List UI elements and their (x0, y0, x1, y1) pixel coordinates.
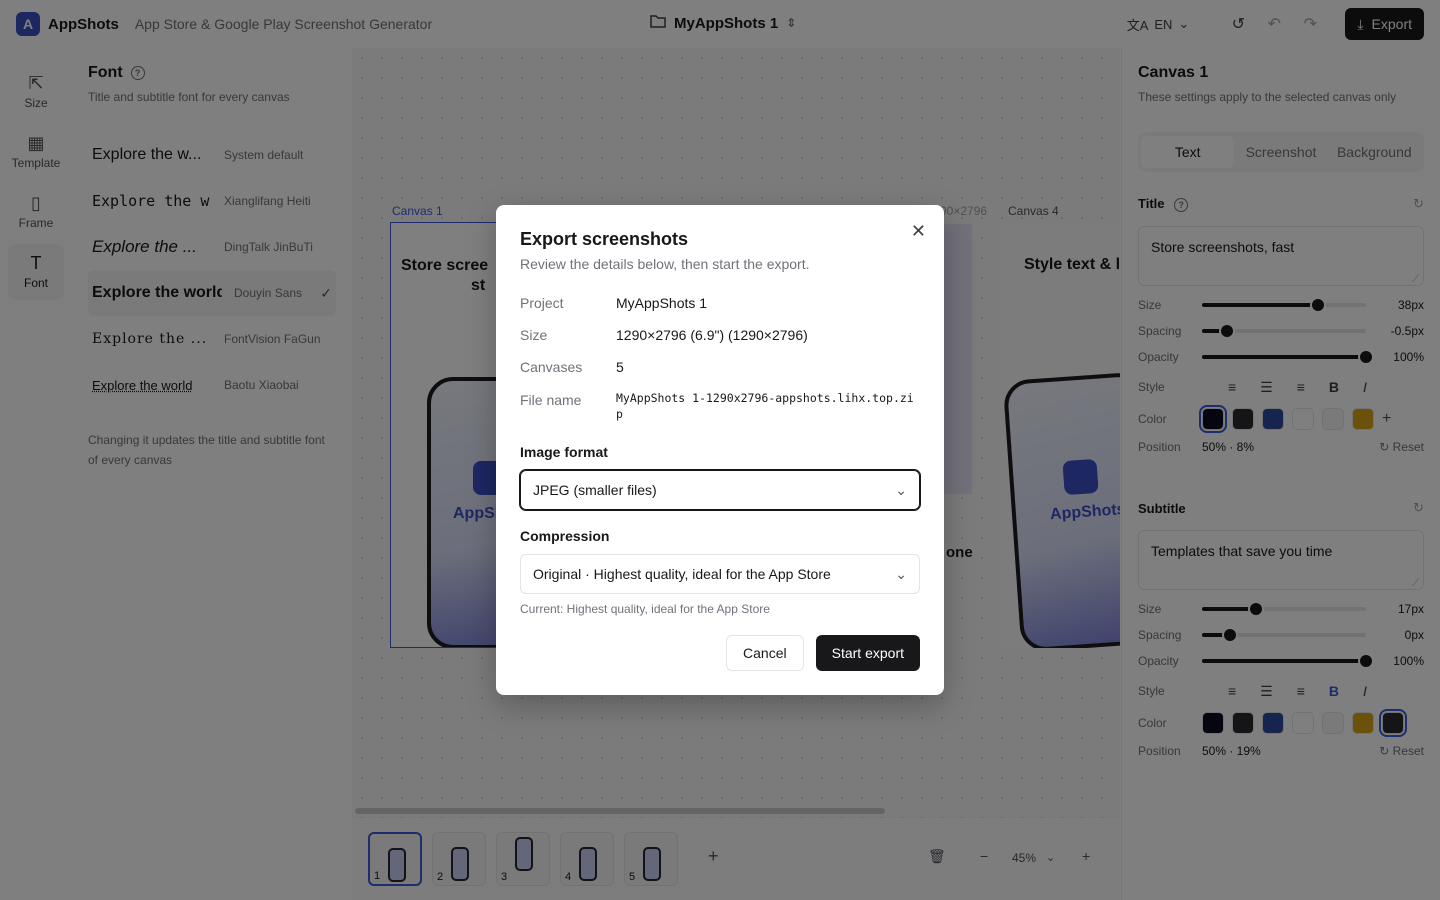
cancel-button[interactable]: Cancel (726, 635, 804, 671)
summary-row: Size 1290×2796 (6.9") (1290×2796) (520, 326, 920, 358)
summary-value: 1290×2796 (6.9") (1290×2796) (616, 327, 808, 343)
image-format-label: Image format (520, 444, 608, 460)
start-export-button[interactable]: Start export (815, 635, 920, 671)
compression-hint: Current: Highest quality, ideal for the … (520, 602, 770, 616)
image-format-value: JPEG (smaller files) (533, 482, 657, 498)
compression-label: Compression (520, 528, 610, 544)
summary-label: Size (520, 327, 548, 343)
summary-label: Canvases (520, 359, 583, 375)
summary-row: Project MyAppShots 1 (520, 294, 920, 326)
dialog-actions: Cancel Start export (726, 635, 920, 671)
dialog-title: Export screenshots (520, 229, 689, 249)
image-format-select[interactable]: JPEG (smaller files) ⌄ (520, 470, 920, 510)
summary-row: Canvases 5 (520, 358, 920, 390)
file-name-value: MyAppShots 1-1290x2796-appshots.lihx.top… (616, 391, 914, 421)
chevron-down-icon: ⌄ (895, 481, 907, 498)
summary-label: Project (520, 295, 564, 311)
dialog-description: Review the details below, then start the… (520, 256, 810, 272)
close-icon[interactable]: ✕ (911, 221, 926, 242)
summary-value: MyAppShots 1 (616, 295, 708, 311)
compression-value: Original · Highest quality, ideal for th… (533, 566, 831, 582)
summary-row: File name MyAppShots 1-1290x2796-appshot… (520, 390, 920, 434)
export-summary: Project MyAppShots 1 Size 1290×2796 (6.9… (520, 294, 920, 434)
chevron-down-icon: ⌄ (895, 565, 907, 582)
compression-select[interactable]: Original · Highest quality, ideal for th… (520, 554, 920, 594)
summary-value: 5 (616, 359, 624, 375)
summary-label: File name (520, 392, 582, 408)
export-dialog: Export screenshots Review the details be… (496, 205, 944, 695)
